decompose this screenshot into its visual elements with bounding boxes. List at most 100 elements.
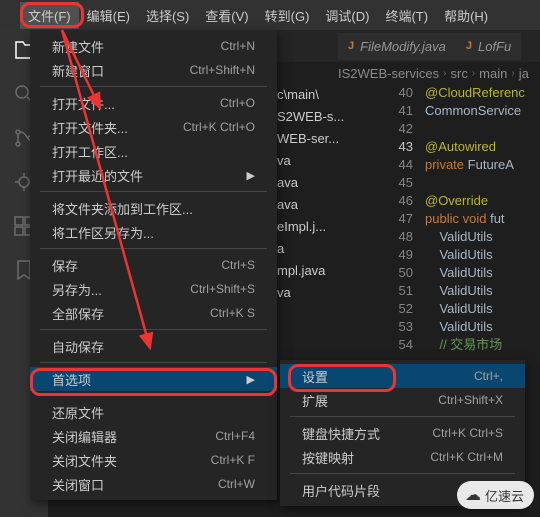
menu-item-shortcut: Ctrl+K S — [210, 306, 255, 320]
menu-item-shortcut: Ctrl+S — [221, 258, 255, 272]
preferences-menu-item[interactable]: 按键映射 Ctrl+K Ctrl+M — [280, 445, 525, 469]
menu-item-label: 自动保存 — [52, 337, 104, 356]
menu-item-shortcut: Ctrl+N — [221, 39, 255, 53]
menu-goto[interactable]: 转到(G) — [257, 2, 318, 29]
explorer-peek-line: a — [277, 238, 362, 260]
menu-item-label: 用户代码片段 — [302, 481, 380, 500]
file-menu-item[interactable]: 关闭文件夹Ctrl+K F — [30, 448, 277, 472]
explorer-peek-line: WEB-ser... — [277, 128, 362, 150]
file-menu-item[interactable]: 新建窗口Ctrl+Shift+N — [30, 58, 277, 82]
explorer-peek: c\main\S2WEB-s...WEB-ser...vaavaavaeImpl… — [277, 84, 362, 304]
menu-edit[interactable]: 编辑(E) — [79, 2, 138, 29]
line-content: // 交易市场 — [425, 336, 502, 354]
line-number: 49 — [385, 246, 425, 264]
code-line: 48 ValidUtils — [385, 228, 540, 246]
code-line: 43@Autowired — [385, 138, 540, 156]
menu-item-label: 首选项 — [52, 370, 91, 389]
menu-item-label: 关闭窗口 — [52, 475, 104, 494]
file-menu-dropdown: 新建文件Ctrl+N新建窗口Ctrl+Shift+N打开文件...Ctrl+O打… — [30, 30, 277, 500]
menu-select[interactable]: 选择(S) — [138, 2, 197, 29]
code-line: 46@Override — [385, 192, 540, 210]
explorer-peek-line: va — [277, 150, 362, 172]
line-content: ValidUtils — [425, 228, 493, 246]
code-line: 53 ValidUtils — [385, 318, 540, 336]
tab-label: LofFu — [478, 39, 511, 54]
line-content: ValidUtils — [425, 318, 493, 336]
file-menu-item[interactable]: 关闭编辑器Ctrl+F4 — [30, 424, 277, 448]
tab-loffu[interactable]: JLofFu — [456, 33, 521, 60]
line-number: 48 — [385, 228, 425, 246]
preferences-menu-item[interactable]: 键盘快捷方式 Ctrl+K Ctrl+S — [280, 421, 525, 445]
chevron-right-icon: ▶ — [247, 170, 255, 182]
file-menu-item[interactable]: 关闭窗口Ctrl+W — [30, 472, 277, 496]
code-line: 54 // 交易市场 — [385, 336, 540, 354]
menu-item-label: 键盘快捷方式 — [302, 424, 380, 443]
file-menu-item[interactable]: 将文件夹添加到工作区... — [30, 196, 277, 220]
menu-item-label: 关闭编辑器 — [52, 427, 117, 446]
line-content: public void fut — [425, 210, 505, 228]
file-menu-item[interactable]: 首选项 ▶ — [30, 367, 277, 391]
line-number: 51 — [385, 282, 425, 300]
menu-item-label: 还原文件 — [52, 403, 104, 422]
menu-item-label: 扩展 — [302, 391, 328, 410]
java-icon: J — [348, 40, 354, 52]
preferences-menu-item[interactable]: 扩展Ctrl+Shift+X — [280, 388, 525, 412]
menu-item-shortcut: Ctrl+K Ctrl+S — [432, 426, 503, 440]
submenu-indicator: ▶ — [241, 168, 255, 182]
menu-item-label: 按键映射 — [302, 448, 354, 467]
menu-help[interactable]: 帮助(H) — [436, 2, 496, 29]
code-line: 45 — [385, 174, 540, 192]
explorer-peek-line: ava — [277, 172, 362, 194]
file-menu-item[interactable]: 将工作区另存为... — [30, 220, 277, 244]
code-line: 40@CloudReferenc — [385, 84, 540, 102]
menu-item-label: 保存 — [52, 256, 78, 275]
menu-terminal[interactable]: 终端(T) — [377, 2, 436, 29]
code-line: 44private FutureA — [385, 156, 540, 174]
menu-file[interactable]: 文件(F) — [20, 2, 79, 29]
line-content: CommonService — [425, 102, 521, 120]
file-menu-item[interactable]: 打开文件夹...Ctrl+K Ctrl+O — [30, 115, 277, 139]
line-number: 42 — [385, 120, 425, 138]
chevron-right-icon: › — [472, 68, 475, 79]
menu-item-label: 将文件夹添加到工作区... — [52, 199, 193, 218]
menu-item-shortcut: Ctrl+, — [474, 369, 503, 383]
file-menu-item[interactable]: 全部保存Ctrl+K S — [30, 301, 277, 325]
explorer-peek-line: mpl.java — [277, 260, 362, 282]
code-line: 42 — [385, 120, 540, 138]
file-menu-item[interactable]: 打开工作区... — [30, 139, 277, 163]
breadcrumb-segment: main — [479, 66, 507, 81]
line-content: ValidUtils — [425, 264, 493, 282]
file-menu-item[interactable]: 打开文件...Ctrl+O — [30, 91, 277, 115]
watermark: ☁ 亿速云 — [457, 481, 534, 509]
file-menu-item[interactable]: 新建文件Ctrl+N — [30, 34, 277, 58]
chevron-right-icon: › — [443, 68, 446, 79]
code-line: 47public void fut — [385, 210, 540, 228]
tab-filemodify[interactable]: JFileModify.java — [338, 33, 456, 60]
menu-item-shortcut: Ctrl+K Ctrl+O — [183, 120, 255, 134]
submenu-indicator: ▶ — [241, 372, 255, 386]
file-menu-item[interactable]: 另存为...Ctrl+Shift+S — [30, 277, 277, 301]
watermark-text: 亿速云 — [485, 486, 524, 505]
line-number: 41 — [385, 102, 425, 120]
breadcrumb-segment: IS2WEB-services — [338, 66, 439, 81]
line-content: @CloudReferenc — [425, 84, 525, 102]
menu-item-shortcut: Ctrl+K Ctrl+M — [430, 450, 503, 464]
explorer-peek-line: S2WEB-s... — [277, 106, 362, 128]
file-menu-item[interactable]: 打开最近的文件 ▶ — [30, 163, 277, 187]
line-content: ValidUtils — [425, 300, 493, 318]
preferences-menu-item[interactable]: 设置Ctrl+, — [280, 364, 525, 388]
menu-view[interactable]: 查看(V) — [197, 2, 256, 29]
line-content: @Override — [425, 192, 488, 210]
line-number: 44 — [385, 156, 425, 174]
file-menu-item[interactable]: 自动保存 — [30, 334, 277, 358]
file-menu-item[interactable]: 保存 Ctrl+S — [30, 253, 277, 277]
file-menu-item[interactable]: 还原文件 — [30, 400, 277, 424]
menu-debug[interactable]: 调试(D) — [317, 2, 377, 29]
menu-item-shortcut: Ctrl+Shift+S — [190, 282, 255, 296]
line-content: ValidUtils — [425, 246, 493, 264]
menu-item-label: 打开文件... — [52, 94, 115, 113]
line-content: ValidUtils — [425, 282, 493, 300]
line-number: 54 — [385, 336, 425, 354]
explorer-peek-line: eImpl.j... — [277, 216, 362, 238]
menu-item-shortcut: Ctrl+K F — [211, 453, 255, 467]
